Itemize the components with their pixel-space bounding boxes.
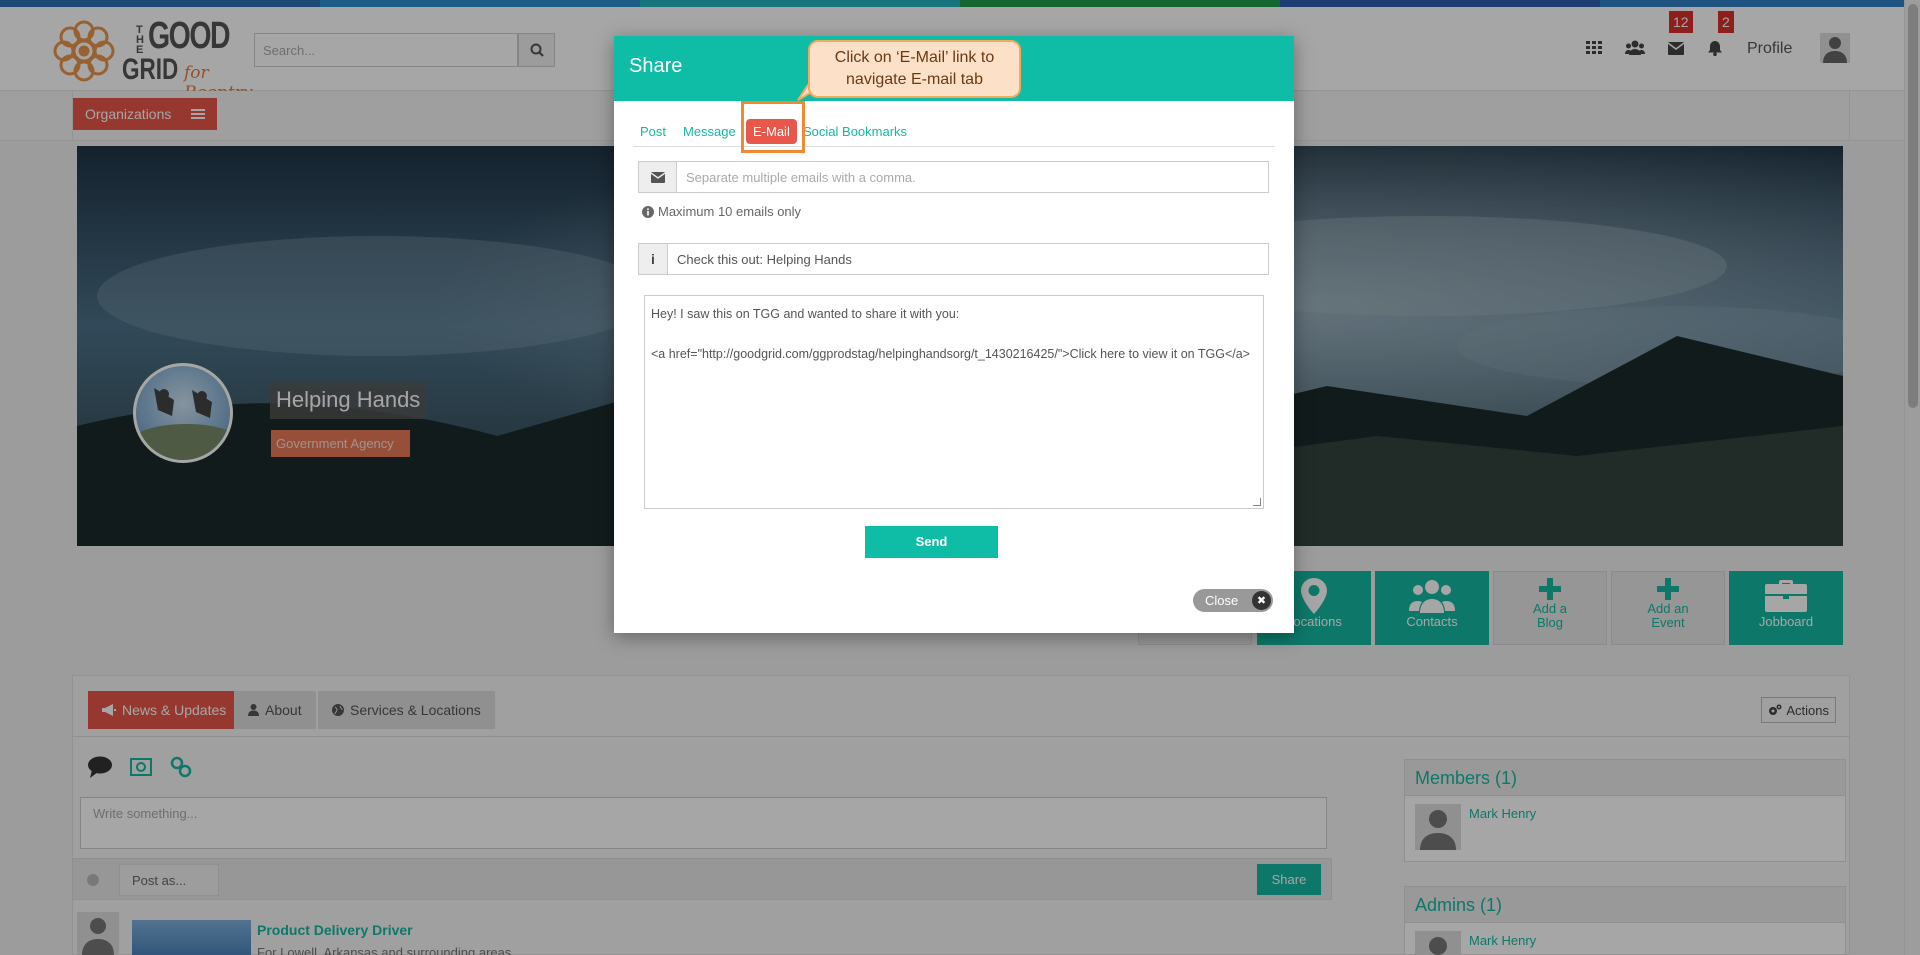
email-tab-highlight (741, 101, 805, 153)
tab-post[interactable]: Post (633, 119, 673, 144)
message-line-1: Hey! I saw this on TGG and wanted to sha… (651, 307, 960, 321)
message-textarea[interactable]: Hey! I saw this on TGG and wanted to sha… (644, 295, 1264, 509)
close-button[interactable]: Close ✖ (1193, 589, 1273, 612)
info-icon: i (651, 251, 655, 267)
close-label: Close (1205, 593, 1239, 608)
subject-input[interactable]: Check this out: Helping Hands (668, 244, 1268, 274)
close-icon: ✖ (1252, 591, 1271, 610)
max-emails-text: Maximum 10 emails only (658, 204, 802, 219)
max-emails-note: Maximum 10 emails only (642, 204, 801, 219)
info-circle-icon (642, 205, 654, 218)
resize-handle[interactable] (1253, 498, 1261, 506)
message-line-2: <a href="http://goodgrid.com/ggprodstag/… (651, 347, 1250, 361)
tab-message[interactable]: Message (676, 119, 743, 144)
subject-field-group: i Check this out: Helping Hands (638, 243, 1269, 275)
email-field-group: Separate multiple emails with a comma. (638, 161, 1269, 193)
tab-social-bookmarks[interactable]: Social Bookmarks (796, 119, 914, 144)
send-button[interactable]: Send (865, 526, 998, 558)
share-modal: Share Post Message E-Mail Social Bookmar… (614, 36, 1294, 633)
share-tabs: Post Message E-Mail Social Bookmarks (633, 111, 1275, 147)
envelope-addon (639, 162, 677, 192)
info-addon: i (639, 244, 668, 274)
instruction-callout: Click on ‘E-Mail’ link to navigate E-mai… (808, 40, 1021, 98)
email-input[interactable]: Separate multiple emails with a comma. (677, 162, 1268, 192)
envelope-icon (650, 171, 665, 183)
